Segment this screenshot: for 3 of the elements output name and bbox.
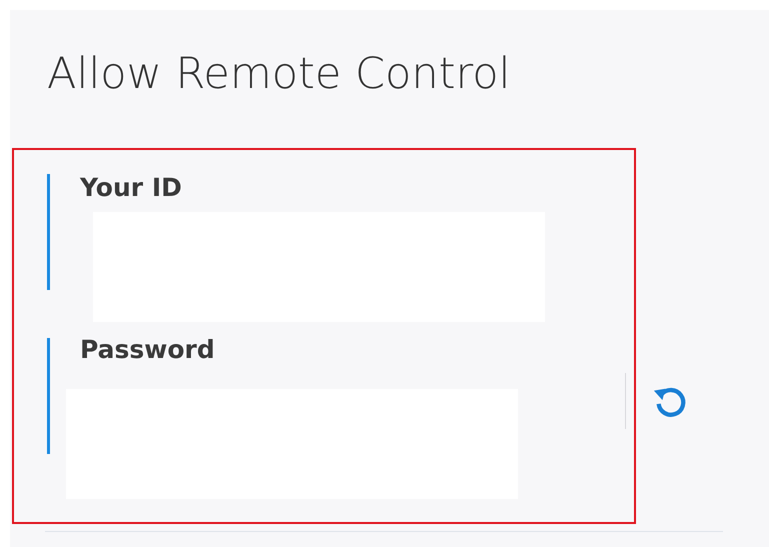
field-label: Your ID: [80, 172, 183, 204]
page-title: Allow Remote Control: [47, 48, 512, 100]
field-label: Password: [80, 334, 216, 366]
